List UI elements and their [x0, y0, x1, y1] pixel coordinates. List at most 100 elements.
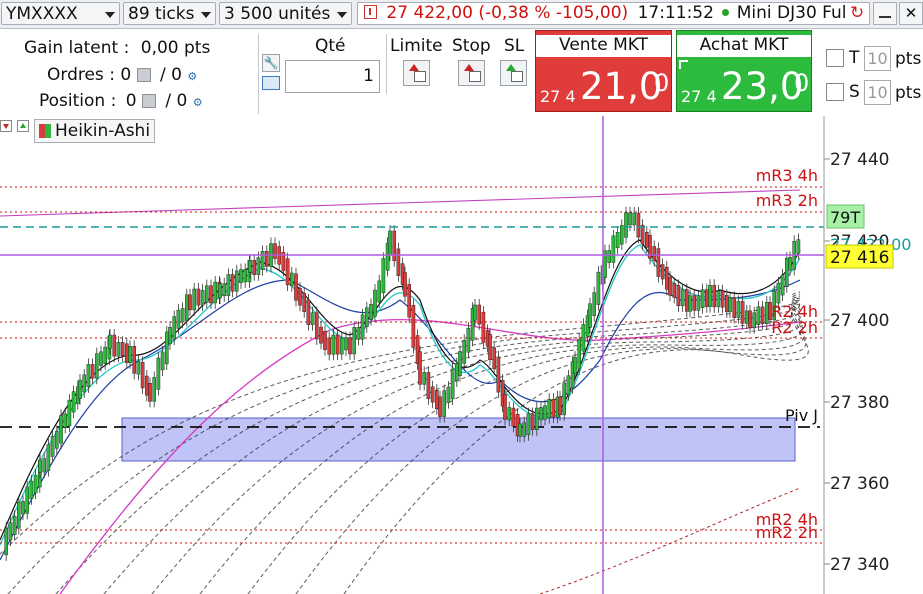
chart-down-button[interactable]	[0, 120, 12, 132]
candle-body	[672, 283, 676, 298]
candle-body	[543, 405, 547, 420]
t-label: T	[849, 48, 860, 68]
close-position-icon[interactable]	[141, 94, 156, 108]
candle-body	[327, 337, 332, 355]
candle-body	[496, 356, 501, 393]
level-label-r2-2h: R2 2h	[771, 318, 818, 337]
wrench-icon[interactable]: 🔧	[262, 54, 280, 72]
quantity-input[interactable]: 1	[285, 60, 380, 93]
candle-body	[239, 269, 243, 284]
s-checkbox[interactable]	[826, 83, 844, 101]
quote-time: 17:11:52	[637, 3, 714, 23]
chevron-down-icon	[201, 12, 211, 18]
candle-body	[340, 337, 344, 355]
candle-body	[302, 293, 307, 312]
t-checkbox[interactable]	[826, 49, 844, 67]
instrument-label: YMXXXX	[6, 4, 78, 24]
candle-body	[492, 347, 497, 370]
refresh-icon[interactable]: ↻	[850, 3, 868, 23]
candle-body	[82, 374, 86, 393]
candle-body	[765, 301, 769, 324]
candle-body	[796, 239, 801, 254]
candle-body	[59, 415, 63, 444]
candle-body	[422, 372, 427, 385]
candle-body	[306, 299, 311, 325]
candle-body	[50, 436, 55, 457]
sell-price-prefix: 27 4	[540, 87, 576, 106]
keyboard-icon[interactable]	[262, 76, 280, 90]
position-label: Position :	[39, 91, 117, 111]
candle-body	[645, 231, 649, 248]
candle-body	[12, 516, 17, 535]
candle-body	[455, 363, 459, 382]
quote-bar: 27 422,00 (-0,38 % -105,00) 17:11:52 Min…	[357, 2, 870, 25]
instrument-dropdown[interactable]: YMXXXX	[1, 2, 120, 25]
instrument-name: Mini DJ30 Ful	[736, 3, 847, 23]
gear-icon[interactable]: ⚙	[187, 70, 197, 83]
candle-body	[748, 310, 752, 328]
candle-body	[17, 501, 21, 529]
sell-market-button[interactable]: Vente MKT 27 4 21,0 0	[535, 30, 672, 112]
buy-market-button[interactable]: Achat MKT 27 4 23,0 0	[676, 30, 812, 112]
arrow-down-icon	[3, 124, 9, 129]
candle-body	[776, 282, 781, 304]
candle-body	[128, 346, 132, 364]
candle-body	[688, 295, 692, 312]
t-unit: pts	[895, 49, 922, 69]
s-input[interactable]: 10	[864, 80, 891, 105]
buy-price-sup: 0	[794, 69, 810, 97]
candle-body	[112, 334, 116, 357]
candle-body	[290, 272, 294, 286]
position-sep: / 0	[165, 91, 188, 111]
candle-body	[124, 343, 129, 364]
candle-body	[25, 486, 30, 514]
stop-order-button[interactable]	[458, 60, 485, 86]
candle-body	[348, 337, 352, 355]
stop-label: Stop	[452, 36, 491, 56]
candle-body	[132, 346, 137, 374]
axis-tick-label: 27 440	[830, 150, 889, 170]
candle-body	[184, 294, 189, 321]
candle-body	[103, 346, 107, 365]
orders-sep: / 0	[159, 65, 182, 85]
candle-body	[562, 382, 566, 416]
candle-body	[620, 225, 624, 245]
candle-body	[310, 312, 315, 325]
candle-body	[411, 304, 416, 348]
orders-value: 0	[120, 65, 132, 85]
candle-body	[530, 413, 535, 430]
level-label-mr3-2h: mR3 2h	[756, 191, 818, 210]
candle-body	[551, 398, 556, 418]
close-icon: ✕	[904, 4, 918, 22]
chart-area[interactable]: mR3 4h mR3 2h R2 4h R2 2h Piv J mR2 4h m…	[0, 116, 923, 594]
t-input[interactable]: 10	[864, 46, 891, 71]
tick-count-text: 79T	[830, 208, 860, 227]
candle-body	[55, 431, 59, 449]
chevron-down-icon	[337, 12, 347, 18]
ticks-dropdown[interactable]: 89 ticks	[123, 2, 216, 25]
price-chart[interactable]: mR3 4h mR3 2h R2 4h R2 2h Piv J mR2 4h m…	[0, 116, 923, 594]
candle-body	[172, 316, 177, 340]
candle-body	[660, 264, 665, 280]
sl-order-button[interactable]	[500, 60, 527, 86]
candle-body	[192, 288, 197, 311]
close-button[interactable]: ✕	[899, 2, 923, 25]
candle-body	[392, 230, 397, 262]
candle-body	[360, 314, 365, 340]
order-panel: Gain latent : 0,00 pts Ordres : 0 / 0 ⚙ …	[0, 30, 923, 117]
candle-body	[226, 274, 231, 297]
candle-body	[640, 224, 645, 245]
chart-style-button[interactable]: Heikin-Ashi	[34, 119, 156, 143]
candle-body	[285, 258, 290, 286]
minimize-button[interactable]	[873, 2, 897, 25]
chart-up-button[interactable]	[17, 120, 29, 132]
cancel-orders-icon[interactable]	[136, 68, 151, 82]
qty-label: Qté	[315, 36, 346, 56]
candle-body	[488, 334, 492, 360]
units-dropdown[interactable]: 3 500 unités	[219, 2, 352, 25]
position-row: Position : 0 / 0 ⚙	[39, 91, 203, 111]
candle-body	[473, 304, 477, 321]
limit-order-button[interactable]	[403, 60, 430, 86]
gear-icon[interactable]: ⚙	[193, 96, 203, 109]
candle-body	[63, 413, 67, 428]
